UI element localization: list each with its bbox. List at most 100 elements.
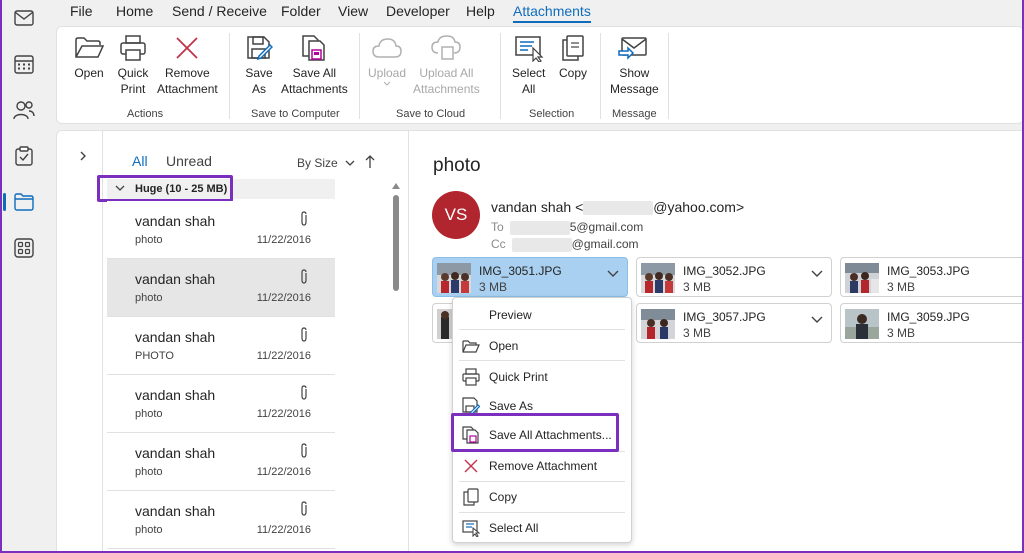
attachment-item[interactable]: IMG_3057.JPG 3 MB [636,303,832,343]
apps-icon[interactable] [9,233,39,263]
sender-name: vandan shah [135,445,216,461]
save-all-highlight-box [451,413,619,452]
ribbon-divider [668,33,669,119]
avatar-initials: VS [444,205,468,224]
attachment-size: 3 MB [479,280,508,294]
sort-direction-arrow-icon[interactable] [365,155,375,169]
sender-name: vandan shah [135,271,216,287]
subject-preview: photo [135,234,163,246]
printer-icon [117,33,149,63]
save-all-label-2: Attachments [281,82,348,96]
list-item[interactable]: vandan shah PHOTO 11/22/2016 [107,317,335,375]
list-item[interactable]: vandan shah photo 11/22/2016 [107,375,335,433]
tasks-icon[interactable] [9,141,39,171]
ribbon-divider [359,33,360,119]
sender-name: vandan shah [135,213,216,229]
photo-thumbnail [641,263,675,293]
photo-thumbnail [437,263,471,293]
show-message-button[interactable]: Show Message [610,33,659,97]
calendar-icon[interactable] [9,49,39,79]
menu-developer[interactable]: Developer [386,3,450,19]
redacted-text [511,237,572,252]
attachment-item[interactable]: IMG_3051.JPG 3 MB [432,257,628,297]
list-item[interactable]: vandan shah photo 11/22/2016 [107,259,335,317]
menu-divider [459,481,625,482]
quick-print-button[interactable]: Quick Print [117,33,149,97]
menu-item-quick-print[interactable]: Quick Print [453,363,631,391]
menu-view[interactable]: View [338,3,368,19]
menu-help[interactable]: Help [466,3,495,19]
save-all-attachments-button[interactable]: Save All Attachments [281,33,348,97]
sender-domain: @yahoo.com> [653,199,745,215]
expand-chevron-icon[interactable] [79,151,87,161]
scroll-up-icon[interactable] [392,183,400,189]
list-item[interactable]: vandan shah photo 11/22/2016 [107,201,335,259]
upload-all-label-2: Attachments [413,82,480,96]
upload-label: Upload [368,66,407,80]
list-item[interactable]: vandan shah photo 11/22/2016 [107,433,335,491]
open-label: Open [489,339,519,353]
menu-item-preview[interactable]: Preview [453,301,631,329]
copy-button[interactable]: Copy [557,33,589,81]
save-as-button[interactable]: Save As [243,33,275,97]
cc-address[interactable]: @gmail.com [572,237,639,251]
upload-all-button[interactable]: Upload All Attachments [413,33,480,97]
navigation-rail [0,0,48,553]
sender-display-name: vandan shah < [491,199,584,215]
remove-attachment-button[interactable]: Remove Attachment [157,33,218,97]
select-all-label-2: All [522,82,536,96]
menu-item-copy[interactable]: Copy [453,483,631,511]
mail-icon[interactable] [9,3,39,33]
attachment-size: 3 MB [887,326,916,340]
folders-icon[interactable] [3,187,39,217]
menu-file[interactable]: File [70,3,93,19]
remove-label-2: Attachment [157,82,218,96]
save-as-label: Save As [489,399,534,413]
remove-label: Remove Attachment [489,459,598,473]
paperclip-icon [301,327,307,342]
subject-preview: photo [135,466,163,478]
people-icon[interactable] [9,95,39,125]
preview-label: Preview [489,308,532,322]
paperclip-icon [301,501,307,516]
subject-preview: photo [135,408,163,420]
received-date: 11/22/2016 [256,466,311,478]
menu-item-open[interactable]: Open [453,332,631,360]
quick-print-label-1: Quick [117,66,149,80]
menu-item-select-all[interactable]: Select All [453,514,631,542]
show-message-label-2: Message [610,82,659,96]
copy-label: Copy [558,66,587,80]
sort-dropdown[interactable]: By Size [297,156,355,170]
filter-unread-tab[interactable]: Unread [166,153,212,169]
menu-home[interactable]: Home [116,3,153,19]
list-item[interactable]: vandan shah photo 11/22/2016 [107,491,335,549]
open-button[interactable]: Open [73,33,105,81]
menu-attachments[interactable]: Attachments [513,3,591,23]
list-scrollbar[interactable] [389,179,403,553]
redacted-text [509,220,570,235]
menu-folder[interactable]: Folder [281,3,321,19]
attachment-item[interactable]: IMG_3053.JPG 3 MB [840,257,1024,297]
to-address[interactable]: 5@gmail.com [570,220,644,234]
menu-send-receive[interactable]: Send / Receive [172,3,267,19]
scroll-thumb[interactable] [393,195,399,291]
filter-all-tab[interactable]: All [132,153,148,169]
ribbon-divider [229,33,230,119]
sender-line[interactable]: vandan shah < @yahoo.com> [491,199,745,216]
attachment-size: 3 MB [683,280,712,294]
quick-print-label-2: Print [120,82,146,96]
upload-button[interactable]: Upload [368,33,406,87]
chevron-down-icon[interactable] [811,270,823,278]
chevron-down-icon[interactable] [607,270,619,278]
chevron-down-icon[interactable] [811,316,823,324]
menu-item-remove-attachment[interactable]: Remove Attachment [453,452,631,480]
attachment-item[interactable]: IMG_3059.JPG 3 MB [840,303,1024,343]
cc-label: Cc [491,237,506,251]
open-label: Open [74,66,104,80]
sort-label: By Size [297,156,338,170]
select-all-button[interactable]: Select All [512,33,545,97]
save-all-label-1: Save All [292,66,337,80]
attachment-item[interactable]: IMG_3052.JPG 3 MB [636,257,832,297]
avatar[interactable]: VS [432,191,480,239]
printer-icon [462,368,480,386]
